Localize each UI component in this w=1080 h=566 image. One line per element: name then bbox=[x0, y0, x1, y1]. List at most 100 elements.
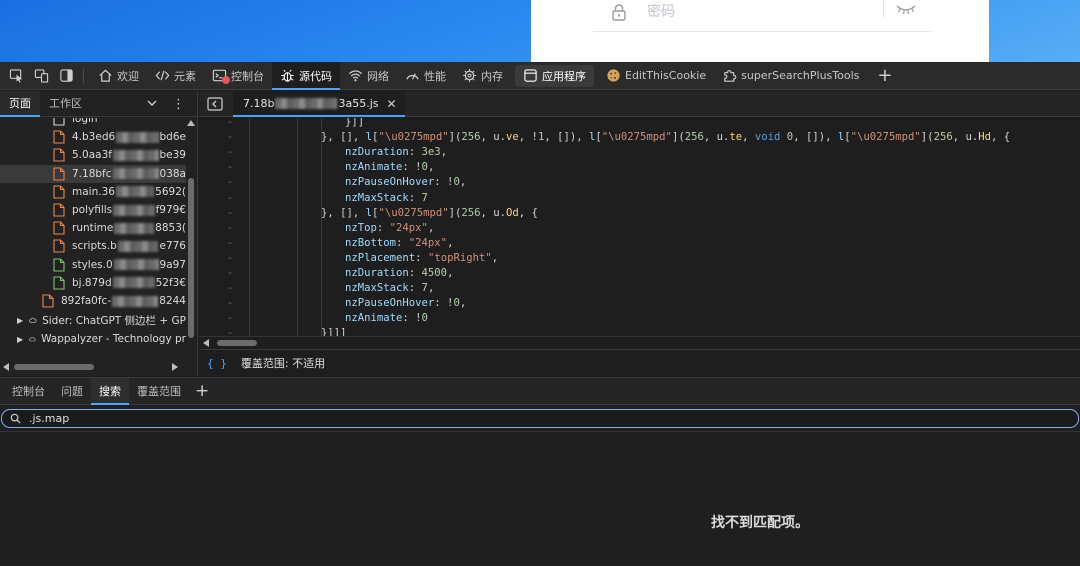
gutter-marker: - bbox=[227, 131, 234, 144]
gutter-marker: - bbox=[227, 282, 234, 295]
extension-tree-item[interactable]: ▶ Wappalyzer - Technology pr bbox=[0, 330, 186, 348]
code-line[interactable]: - nzPauseOnHover: !0, bbox=[199, 175, 1080, 190]
code-line[interactable]: - nzMaxStack: 7 bbox=[199, 191, 1080, 206]
file-name-suffix: 5692( bbox=[155, 185, 186, 198]
file-tree-item[interactable]: 4.b3ed6 bd6e bbox=[0, 128, 186, 146]
gutter-marker: - bbox=[227, 191, 234, 204]
tab-label: superSearchPlusTools bbox=[741, 69, 860, 82]
chip-icon bbox=[462, 68, 477, 83]
redacted-text bbox=[116, 131, 159, 143]
code-view[interactable]: -}]] -}, [], l["\u0275mpd"](256, u.ve, !1… bbox=[199, 118, 1080, 336]
file-name: login bbox=[72, 118, 98, 125]
code-line[interactable]: - nzAnimate: !0 bbox=[199, 311, 1080, 326]
code-line[interactable]: - nzAnimate: !0, bbox=[199, 160, 1080, 175]
tab-application[interactable]: 应用程序 bbox=[515, 64, 594, 87]
scrollbar-thumb[interactable] bbox=[188, 178, 194, 338]
file-tree-item[interactable]: polyfills f979€ bbox=[0, 201, 186, 219]
inspect-element-icon[interactable] bbox=[7, 67, 25, 85]
device-emulation-icon[interactable] bbox=[32, 67, 50, 85]
file-tree-item[interactable]: bj.879d 52f3€ bbox=[0, 274, 186, 292]
script-file-icon bbox=[53, 221, 65, 235]
file-tree-item[interactable]: login bbox=[0, 118, 186, 128]
tab-page[interactable]: 页面 bbox=[0, 90, 40, 117]
file-tree-item[interactable]: runtime 8853( bbox=[0, 219, 186, 237]
code-line[interactable]: - nzDuration: 3e3, bbox=[199, 145, 1080, 160]
file-tree-item[interactable]: styles.0 9a97 bbox=[0, 256, 186, 274]
tab-welcome[interactable]: 欢迎 bbox=[90, 62, 147, 90]
lock-icon bbox=[612, 4, 626, 21]
file-tree-item[interactable]: 7.18bfc 038a bbox=[0, 164, 186, 183]
tab-sources[interactable]: 源代码 bbox=[272, 61, 340, 90]
tab-editthiscookie[interactable]: EditThisCookie bbox=[598, 62, 714, 90]
puzzle-icon bbox=[724, 70, 737, 82]
tab-label: 性能 bbox=[424, 69, 446, 83]
scrollbar-thumb[interactable] bbox=[14, 364, 94, 370]
tab-elements[interactable]: 元素 bbox=[147, 62, 204, 90]
open-file-tab[interactable]: 7.18b 3a55.js ✕ bbox=[233, 90, 405, 117]
more-options-icon[interactable]: ⋮ bbox=[172, 97, 185, 112]
code-text: nzDuration: 4500, bbox=[345, 267, 454, 279]
file-tree-item[interactable]: 5.0aa3f be39 bbox=[0, 146, 186, 164]
code-line[interactable]: -}, [], l["\u0275mpd"](256, u.ve, !1, []… bbox=[199, 130, 1080, 145]
editor-horizontal-scrollbar[interactable] bbox=[199, 336, 1080, 348]
drawer-tab-issues[interactable]: 问题 bbox=[53, 378, 91, 405]
code-line[interactable]: -}]] bbox=[199, 118, 1080, 130]
chevron-down-icon[interactable] bbox=[145, 96, 159, 110]
file-tree-item[interactable]: 892fa0fc- 8244 bbox=[0, 292, 186, 310]
code-line[interactable]: - nzBottom: "24px", bbox=[199, 236, 1080, 251]
code-text: nzDuration: 3e3, bbox=[345, 146, 448, 159]
application-icon bbox=[524, 69, 537, 82]
file-tree-item[interactable]: scripts.b e776 bbox=[0, 237, 186, 255]
tab-performance[interactable]: 性能 bbox=[397, 62, 454, 90]
password-placeholder: 密码 bbox=[647, 4, 675, 20]
search-box[interactable] bbox=[1, 409, 1079, 428]
tab-workspace[interactable]: 工作区 bbox=[40, 91, 91, 117]
scrollbar-thumb[interactable] bbox=[217, 340, 257, 346]
code-line[interactable]: - nzTop: "24px", bbox=[199, 221, 1080, 236]
code-line[interactable]: - nzPauseOnHover: !0, bbox=[199, 296, 1080, 311]
tab-network[interactable]: 网络 bbox=[340, 62, 397, 90]
scroll-left-arrow-icon[interactable] bbox=[3, 363, 9, 371]
tab-supersearchplustools[interactable]: superSearchPlusTools bbox=[714, 62, 867, 90]
code-line[interactable]: - nzMaxStack: 7, bbox=[199, 281, 1080, 296]
code-line[interactable]: -}, [], l["\u0275mpd"](256, u.Od, { bbox=[199, 206, 1080, 221]
file-name: 5.0aa3f bbox=[72, 149, 112, 162]
more-tools-button[interactable]: + bbox=[867, 62, 902, 90]
add-drawer-tab-button[interactable]: + bbox=[195, 381, 209, 401]
error-badge bbox=[222, 75, 230, 84]
drawer-tab-search[interactable]: 搜索 bbox=[91, 377, 129, 405]
password-field[interactable]: 密码 bbox=[593, 0, 931, 32]
code-text: nzAnimate: !0 bbox=[345, 312, 428, 325]
search-input[interactable] bbox=[29, 411, 629, 426]
code-line[interactable]: -}]]] bbox=[199, 326, 1080, 336]
redacted-text bbox=[117, 240, 159, 252]
file-tree-item[interactable]: main.36 5692( bbox=[0, 183, 186, 201]
tab-memory[interactable]: 内存 bbox=[454, 62, 511, 90]
pretty-print-button[interactable]: { } bbox=[207, 357, 227, 370]
scroll-up-arrow-icon[interactable] bbox=[187, 120, 195, 126]
code-text: nzBottom: "24px", bbox=[345, 236, 454, 249]
code-line[interactable]: - nzPlacement: "topRight", bbox=[199, 251, 1080, 266]
drawer-tab-console[interactable]: 控制台 bbox=[4, 378, 53, 405]
gutter-marker: - bbox=[227, 236, 234, 249]
cookie-icon bbox=[607, 69, 620, 82]
tab-label: 网络 bbox=[367, 69, 389, 83]
scroll-right-arrow-icon[interactable] bbox=[172, 363, 178, 371]
navigator-vertical-scrollbar[interactable] bbox=[186, 118, 197, 360]
script-file-icon bbox=[42, 294, 54, 308]
expand-arrow-icon[interactable]: ▶ bbox=[17, 316, 23, 325]
source-editor: 7.18b 3a55.js ✕ -}]] -}, [], l["\u0275mpd… bbox=[199, 90, 1080, 376]
tab-console[interactable]: 控制台 bbox=[204, 62, 272, 90]
navigator-horizontal-scrollbar[interactable] bbox=[0, 360, 198, 374]
close-icon[interactable]: ✕ bbox=[387, 97, 397, 111]
toggle-navigator-icon[interactable] bbox=[207, 96, 223, 111]
drawer-tab-coverage[interactable]: 覆盖范围 bbox=[129, 378, 189, 405]
code-line[interactable]: - nzDuration: 4500, bbox=[199, 266, 1080, 281]
eye-closed-icon[interactable] bbox=[895, 3, 917, 15]
expand-arrow-icon[interactable]: ▶ bbox=[17, 335, 23, 344]
file-tab-label-end: 3a55.js bbox=[338, 97, 379, 110]
extension-tree-item[interactable]: ▶ Sider: ChatGPT 侧边栏 + GP bbox=[0, 311, 186, 329]
scroll-left-arrow-icon[interactable] bbox=[203, 339, 209, 347]
code-text: nzPlacement: "topRight", bbox=[345, 251, 499, 264]
dock-side-icon[interactable] bbox=[57, 67, 75, 85]
